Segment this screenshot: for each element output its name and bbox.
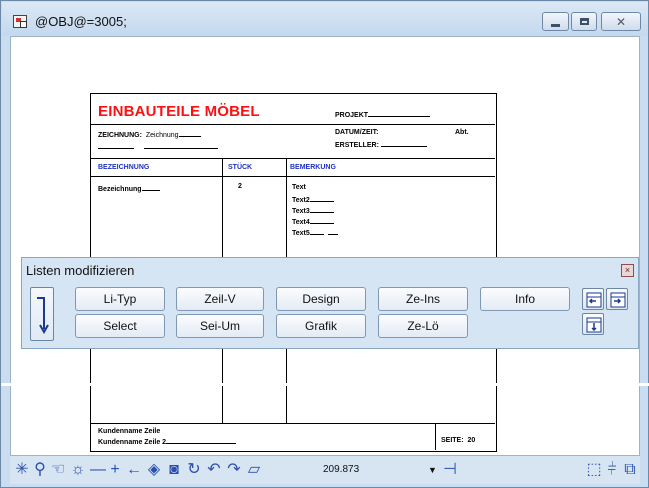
redo-icon[interactable]: ↷	[226, 461, 242, 479]
zeichnung-value: Zeichnung	[145, 132, 179, 139]
line-icon[interactable]: —	[90, 461, 106, 479]
design-button[interactable]: Design	[276, 287, 366, 311]
row-stueck: 2	[238, 183, 242, 190]
pan-hand-icon[interactable]: ☜	[50, 461, 66, 479]
footer-line-2: Kundenname Zeile 2	[98, 437, 237, 446]
insert-line-button[interactable]	[30, 287, 54, 341]
zeichnung-underline	[98, 142, 218, 151]
folder-icon[interactable]: ▱	[246, 461, 262, 479]
column-header-bemerkung: BEMERKUNG	[290, 164, 336, 171]
row-text-3: Text3	[292, 206, 334, 215]
window-title: @OBJ@=3005;	[35, 14, 127, 29]
seite-field: SEITE: 20	[441, 437, 476, 444]
separator-line	[1, 383, 649, 386]
ersteller-label: ERSTELLER:	[335, 142, 379, 149]
zoom-value: 209.873	[323, 464, 360, 475]
footer-divider	[435, 423, 436, 450]
ze-ins-button[interactable]: Ze-Ins	[378, 287, 468, 311]
column-header-stueck: STÜCK	[228, 164, 253, 171]
drawing-canvas[interactable]: EINBAUTEILE MÖBEL PROJEKT ZEICHNUNG: Zei…	[10, 36, 640, 456]
footer-line-1: Kundenname Zeile	[98, 428, 161, 435]
minimize-icon	[551, 23, 560, 27]
column-header-bezeichnung: BEZEICHNUNG	[98, 164, 150, 171]
app-window: @OBJ@=3005; ✕ EINBAUTEILE MÖBEL PROJEKT …	[0, 0, 649, 488]
fill-icon[interactable]: ◈	[146, 461, 162, 479]
move-left-button[interactable]	[582, 288, 604, 310]
datum-label: DATUM/ZEIT:	[335, 129, 379, 136]
drawing-app-icon	[13, 15, 27, 28]
divider-line	[91, 158, 495, 159]
rotate-icon[interactable]: ↻	[186, 461, 202, 479]
sun-icon[interactable]: ☼	[70, 461, 86, 479]
bottom-toolbar: ✳ ⚲ ☜ ☼ — + ← ◈ ◙ ↻ ↶ ↷ ▱ 209.873 ▼ ⊣ ⬚ …	[10, 456, 640, 484]
table-move-right-icon	[610, 292, 626, 308]
listen-modifizieren-panel: Listen modifizieren × Li-Typ Zeil-V Desi…	[21, 257, 639, 349]
copy-icon[interactable]: ⧉	[622, 461, 638, 479]
row-text-1: Text	[292, 184, 306, 191]
grafik-button[interactable]: Grafik	[276, 314, 366, 338]
projekt-field: PROJEKT	[335, 110, 431, 119]
sei-um-button[interactable]: Sei-Um	[176, 314, 264, 338]
pin-icon[interactable]: ⊣	[442, 461, 458, 479]
zeil-v-button[interactable]: Zeil-V	[176, 287, 264, 311]
undo-icon[interactable]: ↶	[206, 461, 222, 479]
ersteller-field: ERSTELLER:	[335, 140, 427, 149]
cube-icon[interactable]: ⬚	[586, 461, 602, 479]
cross-icon[interactable]: +	[108, 461, 122, 479]
row-bezeichnung: Bezeichnung	[98, 184, 160, 193]
row-text-4: Text4	[292, 217, 334, 226]
panel-title: Listen modifizieren	[26, 263, 135, 278]
table-move-left-icon	[586, 292, 602, 308]
info-button[interactable]: Info	[480, 287, 570, 311]
zeichnung-field: ZEICHNUNG: Zeichnung	[98, 130, 201, 139]
camera-icon[interactable]: ◙	[166, 461, 182, 479]
snap-star-icon[interactable]: ✳	[14, 461, 30, 479]
move-right-button[interactable]	[606, 288, 628, 310]
close-icon: ✕	[615, 14, 627, 29]
zoom-icon[interactable]: ⚲	[32, 461, 48, 479]
select-button[interactable]: Select	[75, 314, 165, 338]
divider-line	[91, 124, 495, 125]
row-text-5: Text5	[292, 228, 338, 237]
row-text-2: Text2	[292, 195, 334, 204]
zeichnung-label: ZEICHNUNG:	[98, 132, 142, 139]
panel-close-button[interactable]: ×	[621, 264, 634, 277]
divider-line	[91, 176, 495, 177]
close-button[interactable]: ✕	[601, 12, 641, 31]
abt-label: Abt.	[455, 129, 469, 136]
li-typ-button[interactable]: Li-Typ	[75, 287, 165, 311]
ze-loe-button[interactable]: Ze-Lö	[378, 314, 468, 338]
maximize-button[interactable]	[571, 12, 597, 31]
title-bar: @OBJ@=3005; ✕	[2, 2, 648, 36]
minimize-button[interactable]	[542, 12, 569, 31]
arrow-left-icon[interactable]: ←	[126, 461, 142, 479]
return-arrow-icon	[37, 297, 49, 335]
maximize-icon	[579, 18, 589, 25]
split-icon[interactable]: ⫩	[604, 461, 620, 479]
table-move-down-icon	[586, 317, 602, 333]
sheet-title: EINBAUTEILE MÖBEL	[98, 103, 260, 120]
move-down-button[interactable]	[582, 313, 604, 335]
dropdown-icon[interactable]: ▼	[428, 465, 437, 475]
projekt-label: PROJEKT	[335, 112, 369, 119]
